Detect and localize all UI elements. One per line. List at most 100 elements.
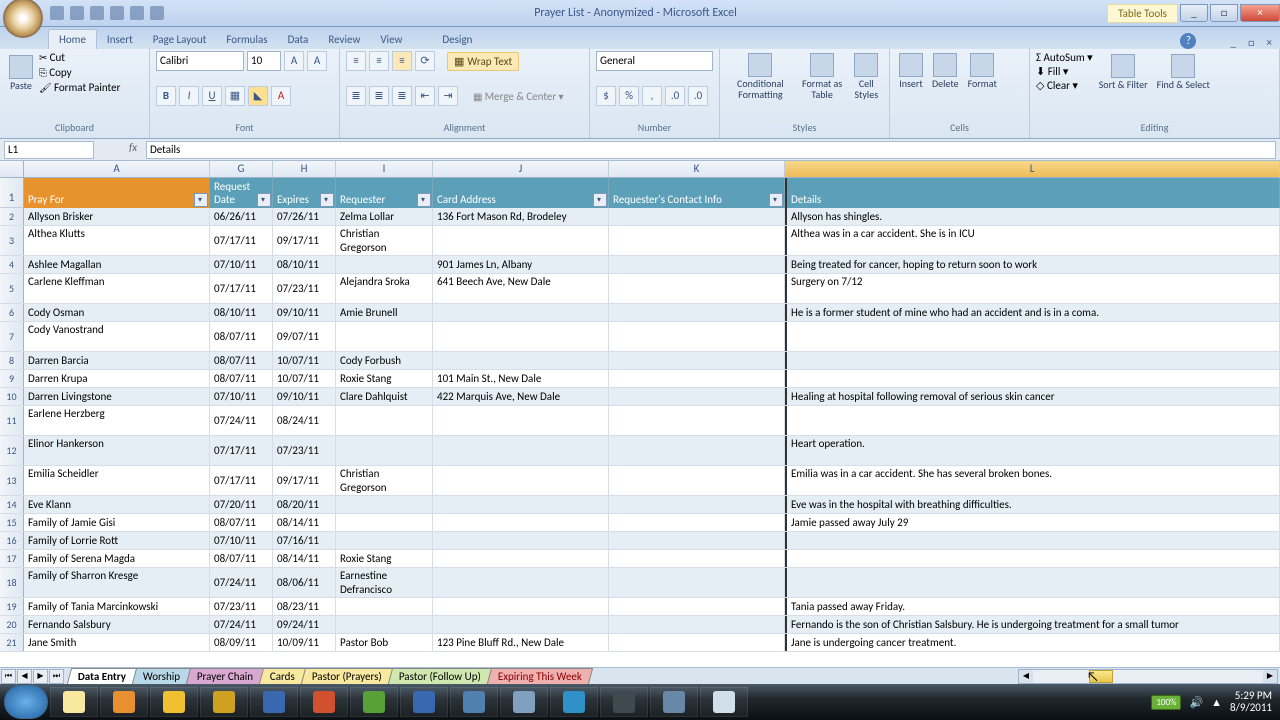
cell[interactable] — [336, 322, 433, 351]
close-button[interactable]: × — [1240, 4, 1280, 22]
th-expires[interactable]: Expires — [273, 178, 336, 208]
cell[interactable] — [433, 532, 609, 549]
row-header[interactable]: 2 — [0, 208, 24, 225]
cell[interactable]: 08/06/11 — [273, 568, 336, 597]
autosum-button[interactable]: Σ AutoSum ▾ — [1036, 51, 1093, 64]
maximize-button[interactable]: □ — [1210, 4, 1238, 22]
cell[interactable]: Heart operation. — [785, 436, 1280, 465]
format-as-table-button[interactable]: Format as Table — [798, 51, 847, 102]
cell[interactable] — [609, 532, 785, 549]
cell[interactable]: Christian Gregorson — [336, 466, 433, 495]
taskbar-app-icon[interactable] — [450, 687, 498, 717]
cell[interactable] — [433, 496, 609, 513]
cell[interactable] — [433, 568, 609, 597]
align-left[interactable]: ≣ — [346, 86, 366, 106]
filter-dropdown[interactable] — [257, 193, 271, 207]
tab-page-layout[interactable]: Page Layout — [143, 30, 217, 49]
cell[interactable]: Family of Lorrie Rott — [24, 532, 210, 549]
taskbar-app-icon[interactable] — [250, 687, 298, 717]
th-requester[interactable]: Requester — [336, 178, 433, 208]
cell[interactable] — [785, 370, 1280, 387]
cell[interactable] — [336, 406, 433, 435]
taskbar-app-icon[interactable] — [650, 687, 698, 717]
table-row[interactable]: 5Carlene Kleffman07/17/1107/23/11Alejand… — [0, 274, 1280, 304]
align-mid[interactable]: ≡ — [369, 51, 389, 71]
cell[interactable] — [336, 436, 433, 465]
cell[interactable] — [609, 466, 785, 495]
cell[interactable] — [433, 226, 609, 255]
table-row[interactable]: 13Emilia Scheidler07/17/1109/17/11Christ… — [0, 466, 1280, 496]
cell[interactable]: Ashlee Magallan — [24, 256, 210, 273]
cell[interactable]: 07/17/11 — [210, 436, 273, 465]
taskbar-app-icon[interactable] — [150, 687, 198, 717]
table-row[interactable]: 6Cody Osman08/10/1109/10/11Amie BrunellH… — [0, 304, 1280, 322]
cell[interactable] — [433, 406, 609, 435]
sheet-nav-next[interactable]: ▶ — [33, 669, 48, 684]
tray-arrow-icon[interactable]: ▲ — [1211, 696, 1222, 709]
cell[interactable]: 09/17/11 — [273, 226, 336, 255]
fx-button[interactable]: fx — [124, 141, 142, 159]
cell[interactable] — [336, 256, 433, 273]
inc-indent[interactable]: ⇥ — [438, 86, 458, 106]
sheet-tab-pastor-followup[interactable]: Pastor (Follow Up) — [388, 668, 492, 684]
cell[interactable] — [609, 304, 785, 321]
dec-indent[interactable]: ⇤ — [415, 86, 435, 106]
comma-button[interactable]: , — [642, 86, 662, 106]
table-row[interactable]: 15Family of Jamie Gisi08/07/1108/14/11Ja… — [0, 514, 1280, 532]
cell-styles-button[interactable]: Cell Styles — [850, 51, 883, 102]
table-row[interactable]: 9Darren Krupa08/07/1110/07/11Roxie Stang… — [0, 370, 1280, 388]
filter-dropdown[interactable] — [593, 193, 607, 207]
fill-color-button[interactable]: ◣ — [248, 86, 268, 106]
spreadsheet-grid[interactable]: A G H I J K L 1 Pray For Request Date Ex… — [0, 161, 1280, 667]
row-header[interactable]: 20 — [0, 616, 24, 633]
cell[interactable]: Fernando is the son of Christian Salsbur… — [785, 616, 1280, 633]
scroll-thumb[interactable] — [1089, 670, 1113, 683]
table-row[interactable]: 4Ashlee Magallan07/10/1108/10/11901 Jame… — [0, 256, 1280, 274]
cell[interactable] — [433, 436, 609, 465]
taskbar-app-icon[interactable] — [550, 687, 598, 717]
cell[interactable] — [336, 598, 433, 615]
table-row[interactable]: 17Family of Serena Magda08/07/1108/14/11… — [0, 550, 1280, 568]
cell[interactable]: 08/23/11 — [273, 598, 336, 615]
row-header[interactable]: 6 — [0, 304, 24, 321]
cell[interactable]: Eve was in the hospital with breathing d… — [785, 496, 1280, 513]
border-button[interactable]: ▦ — [225, 86, 245, 106]
cell[interactable]: Emilia Scheidler — [24, 466, 210, 495]
taskbar-app-icon[interactable] — [50, 687, 98, 717]
cell[interactable]: 10/07/11 — [273, 352, 336, 369]
table-row[interactable]: 14Eve Klann07/20/1108/20/11Eve was in th… — [0, 496, 1280, 514]
col-header-K[interactable]: K — [609, 161, 785, 177]
cell[interactable] — [609, 568, 785, 597]
cell[interactable] — [433, 304, 609, 321]
th-pray-for[interactable]: Pray For — [24, 178, 210, 208]
cell[interactable]: 08/07/11 — [210, 514, 273, 531]
filter-dropdown[interactable] — [194, 193, 208, 207]
cell[interactable]: Being treated for cancer, hoping to retu… — [785, 256, 1280, 273]
cell[interactable] — [336, 616, 433, 633]
cell[interactable]: 08/10/11 — [210, 304, 273, 321]
cut-button[interactable]: ✂ Cut — [39, 51, 120, 64]
font-color-button[interactable]: A — [271, 86, 291, 106]
cell[interactable] — [433, 466, 609, 495]
cell[interactable] — [336, 532, 433, 549]
cell[interactable]: Roxie Stang — [336, 370, 433, 387]
merge-center-button[interactable]: ▦ Merge & Center ▾ — [470, 87, 567, 106]
cell[interactable] — [609, 322, 785, 351]
select-all-corner[interactable] — [0, 161, 24, 177]
cell[interactable]: 06/26/11 — [210, 208, 273, 225]
tab-home[interactable]: Home — [48, 29, 97, 49]
row-header[interactable]: 21 — [0, 634, 24, 651]
battery-indicator[interactable]: 100% — [1151, 695, 1181, 710]
cell[interactable] — [609, 598, 785, 615]
row-header[interactable]: 18 — [0, 568, 24, 597]
cell[interactable]: 07/16/11 — [273, 532, 336, 549]
cell[interactable]: 101 Main St., New Dale — [433, 370, 609, 387]
inc-decimal[interactable]: .0 — [665, 86, 685, 106]
sheet-tab-pastor-prayers[interactable]: Pastor (Prayers) — [301, 668, 393, 684]
cell[interactable]: 09/24/11 — [273, 616, 336, 633]
col-header-G[interactable]: G — [210, 161, 273, 177]
cell[interactable] — [609, 370, 785, 387]
percent-button[interactable]: % — [619, 86, 639, 106]
sheet-nav-last[interactable]: ⏭ — [49, 669, 64, 684]
currency-button[interactable]: $ — [596, 86, 616, 106]
